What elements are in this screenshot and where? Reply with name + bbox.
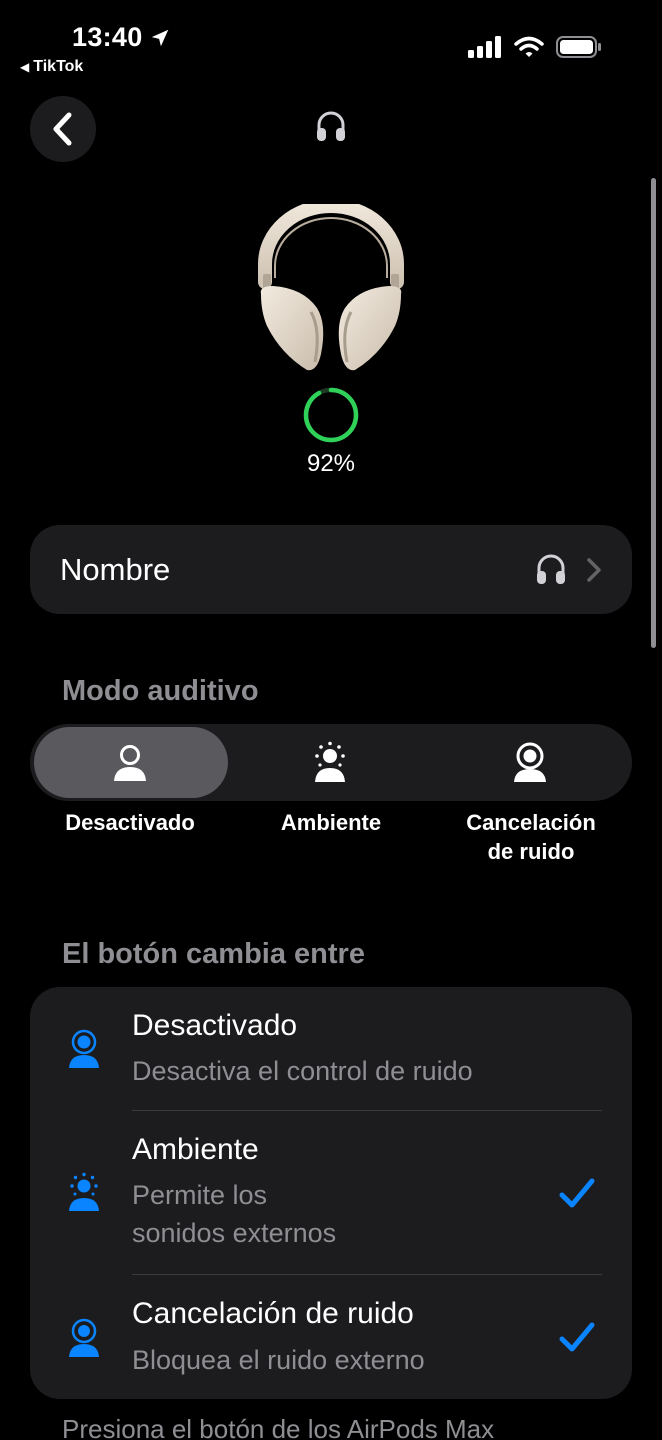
- chevron-left-icon: [53, 112, 72, 146]
- name-row[interactable]: Nombre: [30, 525, 632, 614]
- wifi-icon: [514, 36, 544, 57]
- footer-note: Presiona el botón de los AirPods Max: [62, 1414, 495, 1440]
- mode-label-ambient: Ambiente: [280, 810, 382, 835]
- headphones-icon: [317, 111, 345, 141]
- cycle-title-noise-cancel: Cancelación de ruido: [132, 1297, 414, 1330]
- status-icons: [468, 36, 602, 58]
- button-cycles-title: El botón cambia entre: [62, 938, 365, 970]
- name-label: Nombre: [60, 551, 171, 587]
- chevron-right-icon: [587, 557, 601, 582]
- person-off-icon: [114, 745, 146, 781]
- checkmark-icon: [559, 1178, 595, 1208]
- cycle-title-ambient: Ambiente: [132, 1133, 259, 1166]
- checkmark-icon: [559, 1322, 595, 1352]
- battery-ring: [303, 387, 359, 443]
- back-to-app-link[interactable]: ◀ TikTok: [20, 58, 83, 76]
- person-noise-cancel-icon: [514, 742, 546, 782]
- back-triangle-icon: ◀: [20, 60, 30, 74]
- cycle-title-off: Desactivado: [132, 1009, 298, 1042]
- status-time: 13:40: [72, 22, 171, 53]
- cycle-subtitle-ambient: Permite los sonidos externos: [132, 1180, 337, 1248]
- cycle-subtitle-off: Desactiva el control de ruido: [132, 1056, 473, 1086]
- battery-percentage: 92%: [306, 450, 356, 477]
- person-ambient-icon: [69, 1172, 99, 1211]
- person-off-icon: [69, 1029, 99, 1068]
- listening-mode-title: Modo auditivo: [62, 675, 259, 707]
- person-ambient-icon: [315, 741, 345, 782]
- mode-label-noise-cancel: Cancelación de ruido: [466, 810, 596, 864]
- cycle-subtitle-noise-cancel: Bloquea el ruido externo: [132, 1345, 425, 1375]
- airpods-max-image: [258, 204, 404, 371]
- location-arrow-icon: [151, 29, 168, 46]
- person-noise-cancel-icon: [69, 1318, 99, 1357]
- scrollbar[interactable]: [651, 178, 656, 648]
- back-button[interactable]: [30, 96, 96, 162]
- signal-icon: [468, 36, 501, 58]
- battery-icon: [556, 36, 601, 58]
- cycle-option-noise-cancel[interactable]: [30, 1275, 632, 1399]
- headphones-icon: [537, 554, 565, 584]
- mode-label-off: Desactivado: [65, 810, 195, 835]
- cycle-option-off[interactable]: [30, 987, 632, 1110]
